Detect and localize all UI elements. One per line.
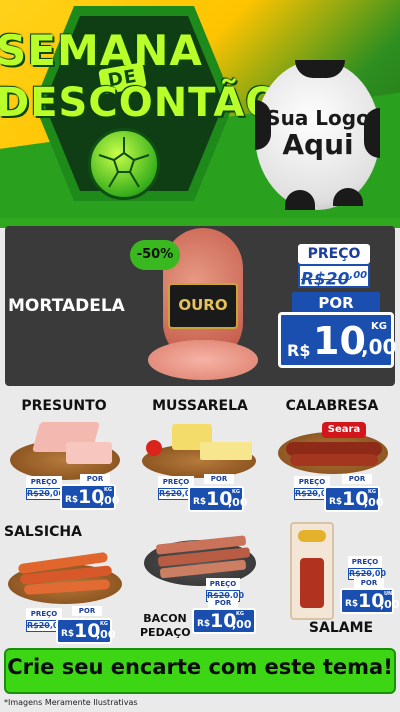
current-price: R$ 10 KG ,00 — [60, 484, 120, 510]
featured-price-tag: R$ 10 KG ,00 — [278, 312, 397, 368]
product-name-line2: PEDAÇO — [140, 626, 191, 639]
price-cents: ,00 — [96, 628, 116, 641]
product-card-salsicha[interactable]: SALSICHA PREÇO R$20,00 POR R$ 10 KG ,00 — [4, 518, 124, 644]
por-label: POR — [354, 578, 384, 588]
featured-product-name: MORTADELA — [8, 296, 125, 316]
disclaimer-footnote: *Imagens Meramente Ilustrativas — [4, 698, 138, 707]
tomato-image — [146, 440, 162, 456]
price-cents: ,00 — [100, 494, 120, 507]
price-currency: R$ — [65, 495, 79, 505]
price-unit: KG — [100, 621, 108, 627]
por-label: POR — [208, 598, 238, 608]
price-currency: R$ — [287, 341, 311, 360]
price-unit: KG — [232, 489, 240, 495]
product-card-bacon[interactable]: PREÇO R$20,00 POR R$ 10 KG ,00 BACON PED… — [140, 518, 260, 639]
ball-patch — [285, 190, 315, 210]
preco-label: PREÇO — [348, 556, 382, 568]
featured-old-price-cents: ,00 — [349, 270, 368, 281]
old-price-cents: ,00 — [371, 569, 387, 578]
campaign-title-line1: SEMANA — [0, 26, 203, 75]
current-price: R$ 10 KG ,00 — [188, 486, 248, 512]
price-integer: 10 — [313, 319, 366, 363]
product-name: SALAME — [308, 620, 374, 636]
price-unit: UNI — [384, 591, 395, 597]
product-card-presunto[interactable]: PRESUNTO PREÇO R$20,00 POR R$ 10 KG ,00 — [4, 392, 124, 510]
por-label: POR — [72, 606, 102, 616]
price-cents: ,00 — [380, 598, 400, 611]
old-price-int: R$20 — [27, 621, 50, 630]
old-price-int: R$20 — [349, 569, 372, 578]
sausage-image — [290, 454, 378, 466]
product-name: MUSSARELA — [152, 398, 248, 414]
product-name: SALSICHA — [4, 524, 82, 540]
current-price: R$ 10 UNI ,00 — [340, 588, 400, 614]
por-label: POR — [342, 474, 372, 484]
product-name-line1: BACON — [143, 612, 187, 625]
logo-placeholder-text: Sua Logo Aqui — [262, 106, 374, 160]
ham-slices-image — [66, 442, 112, 464]
old-price: R$20,00 — [26, 488, 64, 500]
price-unit: KG — [371, 321, 387, 332]
featured-preco-label: PREÇO — [298, 244, 370, 264]
price-unit: KG — [104, 487, 112, 493]
product-card-mussarela[interactable]: MUSSARELA PREÇO R$20,00 POR R$ 10 KG ,00 — [140, 392, 260, 512]
package-logo — [298, 530, 326, 542]
cheese-slices-image — [200, 442, 252, 460]
mortadela-slices-plate — [148, 340, 258, 380]
brand-logo: Seara — [322, 422, 366, 438]
mortadela-brand-label: OURO — [168, 283, 238, 329]
ball-patch — [295, 60, 345, 78]
por-label: POR — [80, 474, 110, 484]
cta-banner-text[interactable]: Crie seu encarte com este tema! — [4, 655, 396, 679]
old-price-int: R$20 — [295, 489, 318, 498]
ball-patch — [333, 188, 363, 206]
discount-badge: -50% — [130, 240, 180, 270]
price-currency: R$ — [329, 497, 343, 507]
campaign-title-line2: DESCONTÃO — [0, 80, 281, 126]
salame-slices — [300, 558, 324, 608]
logo-line2: Aqui — [282, 128, 354, 161]
price-currency: R$ — [345, 599, 359, 609]
old-price-int: R$20 — [159, 489, 182, 498]
logo-line1: Sua Logo — [266, 106, 370, 130]
price-cents: ,00 — [232, 618, 252, 631]
product-name: BACON PEDAÇO — [140, 612, 191, 640]
price-currency: R$ — [197, 619, 211, 629]
preco-label: PREÇO — [206, 578, 240, 590]
featured-old-price-int: R$20 — [300, 269, 350, 290]
preco-label: PREÇO — [26, 476, 62, 488]
current-price: R$ 10 KG ,00 — [192, 608, 256, 634]
featured-old-price: R$20,00 — [298, 264, 370, 290]
current-price: R$ 10 KG ,00 — [324, 486, 384, 512]
price-cents: ,00 — [361, 335, 397, 359]
product-name: PRESUNTO — [21, 398, 107, 414]
featured-por-label: POR — [292, 292, 380, 314]
price-currency: R$ — [193, 497, 207, 507]
product-card-salame[interactable]: PREÇO R$20,00 POR R$ 10 UNI ,00 SALAME — [272, 518, 400, 636]
salame-package-image — [290, 522, 334, 620]
soccer-ball-icon — [88, 128, 160, 200]
product-card-calabresa[interactable]: CALABRESA Seara PREÇO R$20,00 POR R$ 10 … — [272, 392, 392, 512]
price-cents: ,00 — [228, 496, 248, 509]
price-currency: R$ — [61, 629, 75, 639]
por-label: POR — [204, 474, 234, 484]
price-unit: KG — [368, 489, 376, 495]
price-unit: KG — [236, 611, 244, 617]
price-cents: ,00 — [364, 496, 384, 509]
product-name: CALABRESA — [285, 398, 379, 414]
old-price-int: R$20 — [27, 489, 50, 498]
current-price: R$ 10 KG ,00 — [56, 618, 116, 644]
